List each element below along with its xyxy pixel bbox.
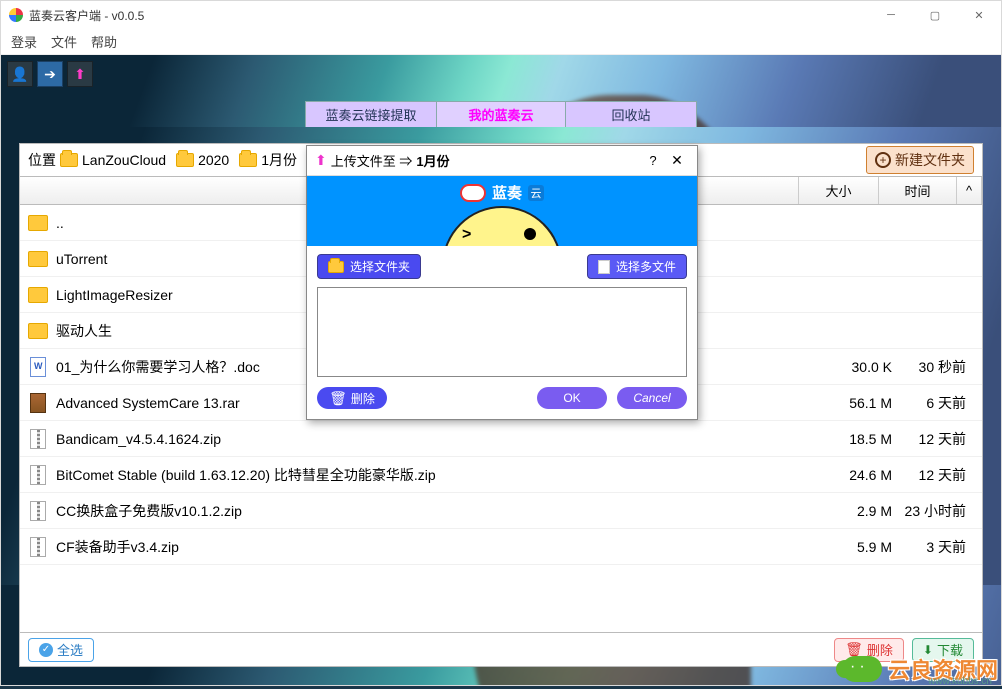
trash-icon: 🗑 [329, 390, 347, 407]
cloud-icon [460, 184, 486, 202]
inner-tabs: 蓝奏云链接提取 我的蓝奏云 回收站 [305, 101, 697, 127]
file-size: 30.0 K [818, 359, 896, 375]
minimize-button[interactable]: ─ [869, 1, 913, 29]
toolbar-strip: 👤 ➔ ⬆ 蓝奏云链接提取 我的蓝奏云 回收站 [1, 55, 1001, 127]
breadcrumb-label: 位置 [28, 150, 56, 170]
menu-login[interactable]: 登录 [11, 32, 37, 51]
dialog-banner: 蓝奏 云 [307, 176, 697, 246]
file-time: 12 天前 [896, 465, 974, 485]
select-all-button[interactable]: ✓ 全选 [28, 638, 94, 662]
watermark: 云良资源网 www.kubbs.cn [842, 653, 998, 685]
tab-my-cloud[interactable]: 我的蓝奏云 [436, 102, 566, 127]
menu-help[interactable]: 帮助 [91, 32, 117, 51]
menubar: 登录 文件 帮助 [1, 29, 1001, 55]
upload-dialog: ⬆ 上传文件至 ⇒ 1月份 ? ✕ 蓝奏 云 选择文件夹 选择多文件 🗑 删除 … [306, 145, 698, 420]
tab-link-extract[interactable]: 蓝奏云链接提取 [306, 102, 436, 127]
zip-icon [28, 501, 48, 521]
upload-arrow-icon: ⬆ [315, 152, 327, 169]
nav-forward-icon[interactable]: ➔ [37, 61, 63, 87]
zip-icon [28, 537, 48, 557]
dialog-close-button[interactable]: ✕ [665, 152, 689, 169]
doc-icon [28, 357, 48, 377]
file-row[interactable]: CC换肤盒子免费版v10.1.2.zip2.9 M23 小时前 [20, 493, 982, 529]
col-scroll-spacer: ^ [957, 177, 982, 204]
folder-icon [28, 249, 48, 269]
folder-icon [28, 285, 48, 305]
file-time: 23 小时前 [896, 501, 974, 521]
folder-icon [28, 321, 48, 341]
dialog-delete-button[interactable]: 🗑 删除 [317, 387, 387, 409]
file-name: CC换肤盒子免费版v10.1.2.zip [56, 501, 818, 521]
menu-file[interactable]: 文件 [51, 32, 77, 51]
dialog-title-text: 上传文件至 ⇒ [331, 151, 413, 170]
file-time: 3 天前 [896, 537, 974, 557]
plus-circle-icon: + [875, 152, 891, 168]
zip-icon [28, 429, 48, 449]
file-size: 56.1 M [818, 395, 896, 411]
new-folder-button[interactable]: + 新建文件夹 [866, 146, 974, 174]
watermark-url: www.kubbs.cn [928, 676, 992, 687]
file-name: BitComet Stable (build 1.63.12.20) 比特彗星全… [56, 465, 818, 485]
window-title: 蓝奏云客户端 - v0.0.5 [29, 7, 144, 24]
breadcrumb-item-2[interactable]: 1月份 [239, 150, 297, 170]
app-logo-icon [9, 8, 23, 22]
upload-queue-list[interactable] [317, 287, 687, 377]
brand-text: 蓝奏 [492, 182, 522, 203]
dialog-dest: 1月份 [416, 151, 449, 170]
dialog-titlebar: ⬆ 上传文件至 ⇒ 1月份 ? ✕ [307, 146, 697, 176]
file-time: 12 天前 [896, 429, 974, 449]
file-size: 18.5 M [818, 431, 896, 447]
file-time: 30 秒前 [896, 357, 974, 377]
dialog-ok-button[interactable]: OK [537, 387, 607, 409]
file-size: 2.9 M [818, 503, 896, 519]
check-icon: ✓ [39, 643, 53, 657]
document-icon [598, 260, 610, 274]
file-row[interactable]: Bandicam_v4.5.4.1624.zip18.5 M12 天前 [20, 421, 982, 457]
brand-badge: 蓝奏 云 [460, 182, 544, 203]
folder-icon [239, 153, 257, 167]
mascot-face-icon [442, 206, 562, 246]
zip-icon [28, 465, 48, 485]
file-name: Bandicam_v4.5.4.1624.zip [56, 431, 818, 447]
file-size: 5.9 M [818, 539, 896, 555]
file-size: 24.6 M [818, 467, 896, 483]
file-row[interactable]: BitComet Stable (build 1.63.12.20) 比特彗星全… [20, 457, 982, 493]
dialog-help-button[interactable]: ? [641, 153, 665, 168]
folder-icon [328, 261, 344, 273]
close-button[interactable]: ✕ [957, 1, 1001, 29]
folder-icon [28, 213, 48, 233]
breadcrumb-item-0[interactable]: LanZouCloud [60, 152, 166, 168]
select-folder-button[interactable]: 选择文件夹 [317, 254, 421, 279]
upload-icon[interactable]: ⬆ [67, 61, 93, 87]
file-time: 6 天前 [896, 393, 974, 413]
tab-recycle[interactable]: 回收站 [566, 102, 696, 127]
col-time[interactable]: 时间 [879, 177, 957, 204]
breadcrumb-item-1[interactable]: 2020 [176, 152, 229, 168]
file-row[interactable]: CF装备助手v3.4.zip5.9 M3 天前 [20, 529, 982, 565]
brand-suffix: 云 [528, 185, 544, 201]
folder-icon [60, 153, 78, 167]
select-multi-file-button[interactable]: 选择多文件 [587, 254, 687, 279]
maximize-button[interactable]: ▢ [913, 1, 957, 29]
rar-icon [28, 393, 48, 413]
file-name: CF装备助手v3.4.zip [56, 537, 818, 557]
col-size[interactable]: 大小 [799, 177, 879, 204]
watermark-cloud-icon [842, 656, 882, 682]
titlebar: 蓝奏云客户端 - v0.0.5 ─ ▢ ✕ [1, 1, 1001, 29]
account-icon[interactable]: 👤 [7, 61, 33, 87]
dialog-cancel-button[interactable]: Cancel [617, 387, 687, 409]
folder-icon [176, 153, 194, 167]
